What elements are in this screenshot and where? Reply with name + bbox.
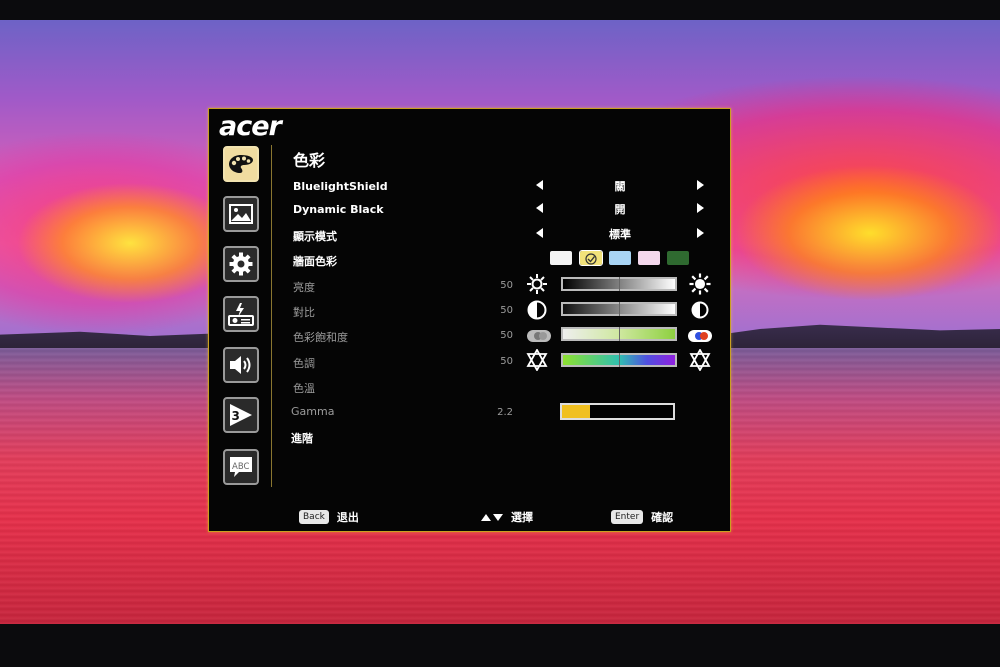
footer-enter[interactable]: Enter 確認 xyxy=(611,509,673,525)
contrast-low-icon xyxy=(526,299,548,321)
display-mode-prev-arrow[interactable] xyxy=(536,228,543,238)
wall-color-swatch[interactable] xyxy=(667,251,689,265)
tint-slider[interactable] xyxy=(561,353,677,367)
sidebar-item-management[interactable] xyxy=(223,296,259,332)
enter-label: 確認 xyxy=(651,511,674,524)
brightness-slider[interactable] xyxy=(561,277,677,291)
dynamic-black-value: 開 xyxy=(614,203,626,216)
saturation-low-icon xyxy=(526,325,552,347)
saturation-value: 50 xyxy=(500,330,513,341)
contrast-value: 50 xyxy=(500,305,513,316)
bottom-dark-band xyxy=(0,624,1000,667)
acer-logo: acer xyxy=(219,111,282,142)
gamma-label[interactable]: Gamma xyxy=(291,405,334,418)
wall-color-swatch[interactable] xyxy=(579,250,603,266)
sidebar-item-color[interactable] xyxy=(223,146,259,182)
top-dark-band xyxy=(0,0,1000,20)
dynamic-black-prev-arrow[interactable] xyxy=(536,203,543,213)
contrast-slider-thumb[interactable] xyxy=(619,302,620,316)
back-key[interactable]: Back xyxy=(299,510,329,524)
palette-icon xyxy=(229,155,253,173)
gamma-slider[interactable] xyxy=(560,403,675,420)
tint-label[interactable]: 色調 xyxy=(293,355,315,371)
tint-high-icon xyxy=(689,349,711,371)
language-abc-icon: ABC xyxy=(230,457,252,477)
3d-icon: 3 xyxy=(230,404,252,426)
display-mode-label[interactable]: 顯示模式 xyxy=(293,228,337,244)
menu-title: 色彩 xyxy=(293,151,326,170)
bluelight-prev-arrow[interactable] xyxy=(536,180,543,190)
advanced-label[interactable]: 進階 xyxy=(291,430,313,446)
select-label: 選擇 xyxy=(511,511,533,524)
image-icon xyxy=(229,204,253,224)
saturation-slider[interactable] xyxy=(561,327,677,341)
bluelight-shield-label[interactable]: BluelightShield xyxy=(293,180,388,193)
footer-select: 選擇 xyxy=(481,509,533,525)
gamma-slider-fill xyxy=(562,405,590,418)
display-mode-next-arrow[interactable] xyxy=(697,228,704,238)
wall-color-label[interactable]: 牆面色彩 xyxy=(293,253,337,269)
tint-slider-thumb[interactable] xyxy=(619,353,620,367)
brightness-high-icon xyxy=(689,273,711,295)
wall-color-swatch[interactable] xyxy=(609,251,631,265)
contrast-label[interactable]: 對比 xyxy=(293,304,315,320)
sidebar-item-image[interactable] xyxy=(223,196,259,232)
footer-back[interactable]: Back 退出 xyxy=(299,509,359,525)
saturation-slider-thumb[interactable] xyxy=(619,327,620,341)
brightness-slider-thumb[interactable] xyxy=(619,277,620,291)
sidebar-divider xyxy=(271,145,272,487)
back-label: 退出 xyxy=(336,511,359,524)
up-down-arrows-icon xyxy=(481,513,503,521)
gamma-value: 2.2 xyxy=(497,407,513,418)
enter-key[interactable]: Enter xyxy=(611,510,644,524)
wall-color-swatch[interactable] xyxy=(638,251,660,265)
wall-color-swatch[interactable] xyxy=(550,251,572,265)
contrast-slider[interactable] xyxy=(561,302,677,316)
check-icon xyxy=(585,253,597,265)
bluelight-shield-value: 關 xyxy=(614,180,626,193)
brightness-low-icon xyxy=(526,273,548,295)
brightness-label[interactable]: 亮度 xyxy=(293,279,315,295)
sidebar-item-language[interactable]: ABC xyxy=(223,449,259,485)
osd-menu: acer 3 ABC 色彩 BluelightShield 關 Dynamic … xyxy=(208,108,731,532)
color-temp-label[interactable]: 色溫 xyxy=(293,380,315,396)
contrast-high-icon xyxy=(689,299,711,321)
display-mode-value: 標準 xyxy=(609,228,631,241)
brightness-value: 50 xyxy=(500,280,513,291)
projector-power-icon xyxy=(228,303,254,326)
saturation-label[interactable]: 色彩飽和度 xyxy=(293,329,348,345)
gear-icon xyxy=(229,252,253,276)
sidebar-item-audio[interactable] xyxy=(223,347,259,383)
sidebar-item-settings[interactable] xyxy=(223,246,259,282)
sidebar-item-3d[interactable]: 3 xyxy=(223,397,259,433)
dynamic-black-next-arrow[interactable] xyxy=(697,203,704,213)
svg-text:ABC: ABC xyxy=(232,462,249,472)
dynamic-black-label[interactable]: Dynamic Black xyxy=(293,203,384,216)
svg-text:3: 3 xyxy=(232,409,240,423)
speaker-icon xyxy=(230,356,251,374)
bluelight-next-arrow[interactable] xyxy=(697,180,704,190)
saturation-high-icon xyxy=(687,325,713,347)
tint-low-icon xyxy=(526,349,548,371)
tint-value: 50 xyxy=(500,356,513,367)
